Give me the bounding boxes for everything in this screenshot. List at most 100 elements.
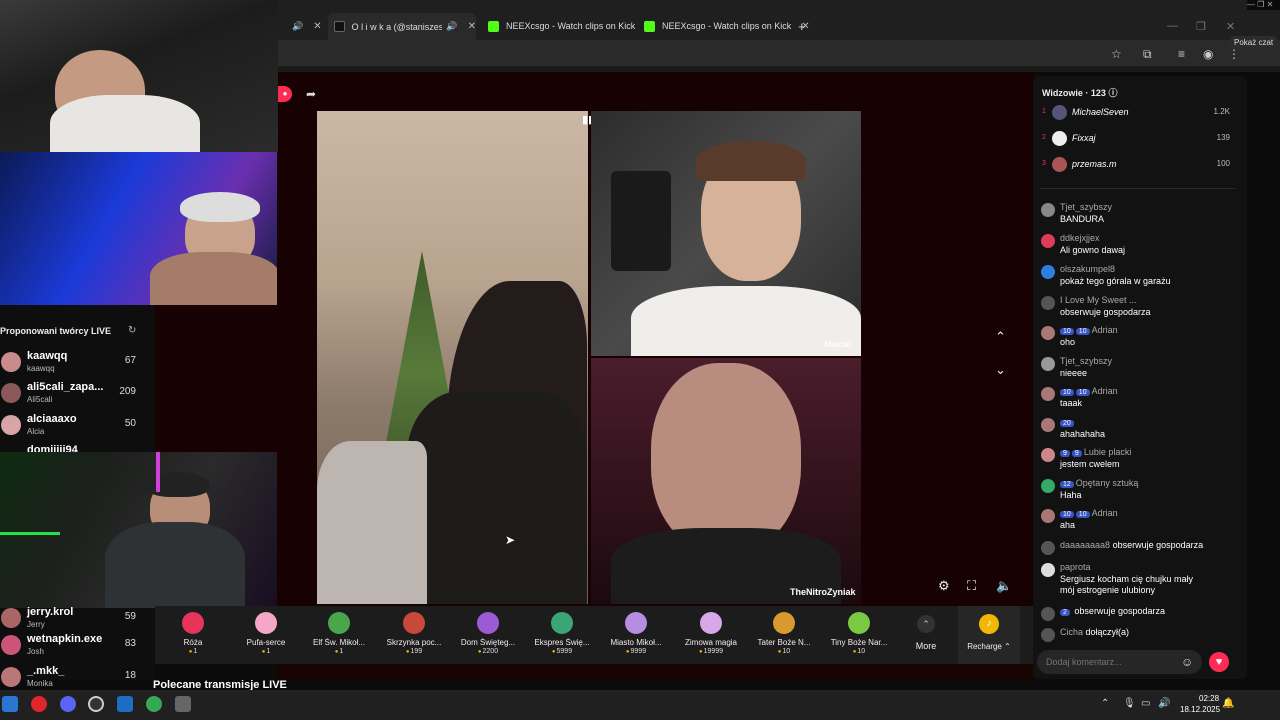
gift-item[interactable]: Dom Święteg...2200: [452, 608, 524, 655]
creator-item[interactable]: alciaaaxo Alcia 50: [0, 413, 150, 443]
creator-item[interactable]: ali5cali_zapa... Ali5cali 209: [0, 381, 150, 411]
notification-icon[interactable]: 🔔: [1222, 698, 1234, 709]
top-viewer-item[interactable]: 2 Fixxaj 139: [1040, 130, 1235, 150]
more-gifts-button[interactable]: ⌃ More: [905, 610, 947, 651]
gift-icon: [182, 612, 204, 634]
chat-username: paprota: [1060, 562, 1091, 572]
gift-item[interactable]: Zimowa magia19999: [675, 608, 747, 655]
menu-icon[interactable]: ⋮: [1228, 47, 1240, 61]
chat-text: pokaż tego górala w garażu: [1060, 276, 1171, 286]
video-tile-guest-1[interactable]: Aliscali: [591, 111, 861, 356]
profile-icon[interactable]: ◉: [1203, 47, 1213, 61]
emoji-icon[interactable]: ☺: [1181, 655, 1193, 669]
gift-item[interactable]: Skrzynka poc...199: [378, 608, 450, 655]
chevron-up-icon[interactable]: ⌃: [995, 329, 1006, 345]
discord-icon[interactable]: [60, 696, 76, 712]
info-icon[interactable]: ⓘ: [1108, 88, 1117, 98]
viewer-count: 83: [124, 638, 136, 649]
refresh-icon[interactable]: ↻: [128, 325, 136, 336]
chat-username: Tjet_szybszy: [1060, 356, 1112, 366]
minimize-icon[interactable]: —: [1167, 20, 1178, 32]
chat-text: mój estrogenie ulubiony: [1060, 585, 1156, 595]
top-viewer-item[interactable]: 1 MichaelSeven 1.2K: [1040, 104, 1235, 124]
creator-item[interactable]: _.mkk_ Monika 18: [0, 665, 150, 690]
viewer-name: MichaelSeven: [1072, 107, 1129, 117]
guest-name-label: Aliscali: [823, 340, 852, 349]
comment-input[interactable]: [1046, 656, 1166, 668]
top-viewer-item[interactable]: 3 przemas.m 100: [1040, 156, 1235, 176]
extensions-icon[interactable]: ⧉: [1143, 47, 1152, 62]
tab-oliwka[interactable]: O l i w k a (@staniszesia_) 🔊 ✕: [328, 13, 476, 40]
address-bar[interactable]: [278, 40, 1280, 66]
tray-chevron-icon[interactable]: ⌃: [1101, 698, 1109, 709]
gift-item[interactable]: Pufa-serce1: [230, 608, 302, 655]
chevron-down-icon[interactable]: ⌄: [995, 362, 1006, 378]
viewer-score: 1.2K: [1213, 107, 1230, 116]
gift-price: 9999: [600, 648, 672, 655]
gift-item[interactable]: Elf Św. Mikoł...1: [303, 608, 375, 655]
gift-name: Tater Boże N...: [757, 638, 811, 647]
close-icon[interactable]: ✕: [313, 21, 321, 32]
clock-time[interactable]: 02:28: [1199, 694, 1219, 703]
window-controls-strip: — ❐ ✕: [1247, 0, 1280, 10]
creator-item[interactable]: kaawqq kaawqq 67: [0, 350, 150, 380]
settings-app-icon[interactable]: [175, 696, 191, 712]
recharge-button[interactable]: ♪ Recharge ⌃: [958, 606, 1020, 664]
viewer-rank: 3: [1042, 160, 1046, 167]
tab-neexcsgo-1[interactable]: NEEXcsgo - Watch clips on Kick ✕: [488, 15, 654, 37]
video-tile-host[interactable]: [317, 111, 588, 604]
viewer-count: 209: [119, 386, 136, 397]
viewer-rank: 1: [1042, 108, 1046, 115]
star-icon[interactable]: ☆: [1111, 47, 1122, 61]
clock-date[interactable]: 18.12.2025: [1180, 705, 1220, 714]
steam-icon[interactable]: [117, 696, 133, 712]
start-icon[interactable]: [2, 696, 18, 712]
tab-neexcsgo-2[interactable]: NEEXcsgo - Watch clips on Kick ✕: [644, 15, 810, 37]
gift-item[interactable]: Miasto Mikoł...9999: [600, 608, 672, 655]
microphone-icon[interactable]: 🎙: [1123, 698, 1136, 709]
level-badge: 10: [1060, 511, 1074, 518]
new-tab-button[interactable]: +: [798, 15, 806, 37]
viewer-count: 18: [124, 670, 136, 681]
volume-icon[interactable]: 🔈: [996, 578, 1012, 594]
speaker-icon: 🔊: [292, 20, 304, 31]
avatar: [1041, 357, 1055, 371]
chat-username: ddkejxjjex: [1060, 233, 1100, 243]
level-badge: 20: [1060, 420, 1074, 427]
gift-item[interactable]: Róża1: [157, 608, 229, 655]
app-icon[interactable]: [88, 696, 104, 712]
gift-icon: [551, 612, 573, 634]
chat-username: olszakumpel8: [1060, 264, 1115, 274]
creator-item[interactable]: wetnapkin.exe Josh 83: [0, 633, 150, 663]
like-button[interactable]: ♥: [1209, 652, 1229, 672]
creator-item[interactable]: jerry.krol Jerry 59: [0, 606, 150, 636]
gift-item[interactable]: Tater Boże N...10: [748, 608, 820, 655]
opera-icon[interactable]: [31, 696, 47, 712]
chrome-icon[interactable]: [146, 696, 162, 712]
streamer-shirt: [50, 95, 200, 152]
avatar: [1041, 448, 1055, 462]
level-badge: 10: [1060, 389, 1074, 396]
gift-icon: [477, 612, 499, 634]
volume-tray-icon[interactable]: 🔊: [1158, 698, 1170, 709]
gift-item[interactable]: Tiny Boże Nar...10: [823, 608, 895, 655]
settings-icon[interactable]: ⚙: [938, 578, 950, 594]
video-tile-guest-2[interactable]: TheNitroZyniak: [591, 358, 861, 604]
tab-audio-icon[interactable]: 🔊 ✕: [292, 15, 322, 37]
share-icon[interactable]: ➦: [306, 87, 316, 101]
window-close-icon[interactable]: ✕: [1226, 20, 1235, 33]
avatar: [1041, 628, 1055, 642]
close-icon[interactable]: ✕: [468, 21, 476, 32]
gift-icon: [255, 612, 277, 634]
viewers-count: Widzowie · 123: [1042, 88, 1106, 98]
maximize-icon[interactable]: ❐: [1196, 20, 1206, 33]
level-badge: 9: [1060, 450, 1070, 457]
webcam-overlay-top: [0, 0, 278, 152]
gift-price: 1: [230, 648, 302, 655]
network-icon[interactable]: ▭: [1141, 698, 1150, 709]
fullscreen-icon[interactable]: ⛶: [967, 578, 976, 594]
gift-name: Róża: [183, 638, 203, 647]
media-icon[interactable]: ≡: [1178, 47, 1185, 61]
avatar: [1, 608, 21, 628]
gift-item[interactable]: Ekspres Świę...5999: [526, 608, 598, 655]
